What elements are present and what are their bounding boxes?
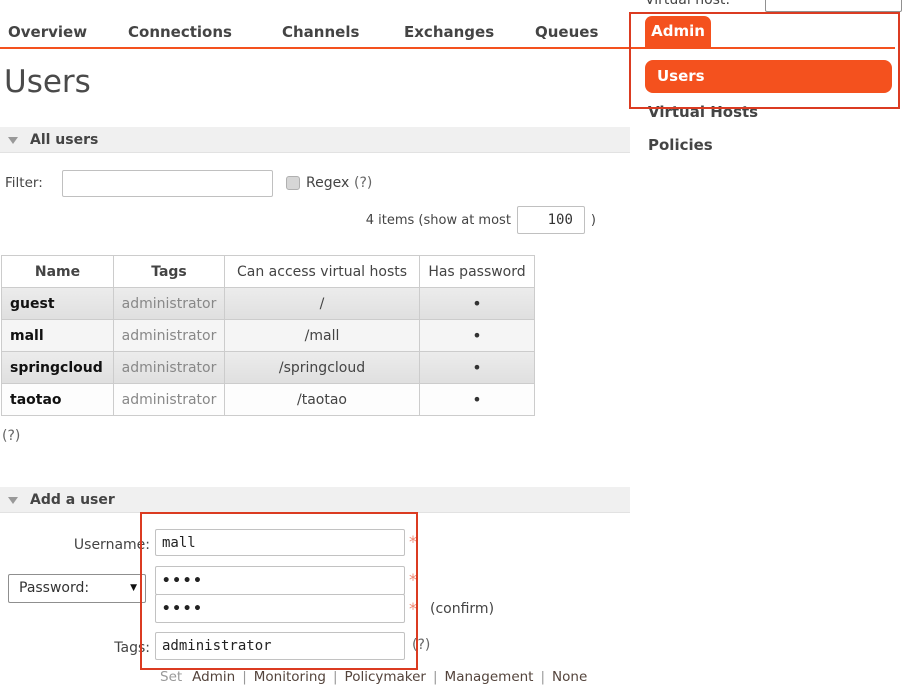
has-password-dot: •: [420, 384, 535, 416]
dropdown-arrow-icon: ▼: [885, 0, 893, 11]
table-row: mall administrator /mall •: [2, 320, 535, 352]
password-type-select[interactable]: Password: ▼: [8, 574, 146, 603]
page-title: Users: [4, 64, 91, 100]
tab-overview[interactable]: Overview: [8, 23, 87, 41]
user-vhosts: /: [225, 288, 420, 320]
set-label: Set: [160, 669, 182, 685]
tab-channels[interactable]: Channels: [282, 23, 359, 41]
column-header-tags[interactable]: Tags: [114, 256, 225, 288]
all-users-section-title: All users: [30, 127, 98, 153]
add-user-section-header[interactable]: Add a user: [0, 487, 630, 513]
virtual-host-select[interactable]: All ▼: [765, 0, 902, 12]
column-header-name[interactable]: Name: [2, 256, 114, 288]
has-password-dot: •: [420, 352, 535, 384]
tab-connections[interactable]: Connections: [128, 23, 232, 41]
user-tags: administrator: [114, 352, 225, 384]
virtual-host-label: Virtual host:: [645, 0, 730, 8]
items-count-row: 4 items (show at most ): [366, 206, 596, 234]
dropdown-arrow-icon: ▼: [130, 575, 137, 602]
show-at-most-input[interactable]: [517, 206, 585, 234]
sidebar-item-policies[interactable]: Policies: [648, 136, 713, 154]
table-row: guest administrator / •: [2, 288, 535, 320]
user-name-link[interactable]: guest: [2, 288, 114, 320]
user-name-link[interactable]: springcloud: [2, 352, 114, 384]
set-tags-row: Set Admin | Monitoring | Policymaker | Manageme…: [160, 669, 587, 685]
separator: |: [242, 669, 247, 685]
regex-checkbox[interactable]: [286, 176, 300, 190]
tag-option-monitoring[interactable]: Monitoring: [254, 669, 326, 685]
confirm-label: (confirm): [430, 601, 494, 617]
table-help-link[interactable]: (?): [2, 428, 20, 444]
username-label: Username:: [40, 537, 150, 553]
user-vhosts: /mall: [225, 320, 420, 352]
table-row: taotao administrator /taotao •: [2, 384, 535, 416]
regex-label: Regex: [306, 175, 349, 191]
annotation-rectangle-admin-users: [629, 12, 900, 109]
filter-label: Filter:: [5, 175, 43, 191]
has-password-dot: •: [420, 288, 535, 320]
annotation-rectangle-form-fields: [140, 512, 418, 670]
items-count-close-paren: ): [591, 213, 596, 228]
has-password-dot: •: [420, 320, 535, 352]
items-count-text: 4 items (show at most: [366, 213, 511, 228]
table-header-row: Name Tags Can access virtual hosts Has p…: [2, 256, 535, 288]
add-user-section-title: Add a user: [30, 487, 115, 513]
rabbitmq-management-page: Virtual host: All ▼ Overview Connections…: [0, 0, 912, 694]
tab-queues[interactable]: Queues: [535, 23, 598, 41]
column-header-has-password[interactable]: Has password: [420, 256, 535, 288]
section-collapse-icon: [8, 137, 18, 144]
column-header-vhosts[interactable]: Can access virtual hosts: [225, 256, 420, 288]
user-tags: administrator: [114, 320, 225, 352]
tag-option-policymaker[interactable]: Policymaker: [345, 669, 426, 685]
all-users-section-header[interactable]: All users: [0, 127, 630, 153]
tag-option-admin[interactable]: Admin: [192, 669, 235, 685]
user-vhosts: /taotao: [225, 384, 420, 416]
tag-option-none[interactable]: None: [552, 669, 587, 685]
separator: |: [333, 669, 338, 685]
password-type-selected-value: Password:: [19, 575, 89, 602]
user-name-link[interactable]: mall: [2, 320, 114, 352]
users-table: Name Tags Can access virtual hosts Has p…: [1, 255, 535, 416]
separator: |: [540, 669, 545, 685]
filter-input[interactable]: [62, 170, 273, 197]
table-row: springcloud administrator /springcloud •: [2, 352, 535, 384]
separator: |: [433, 669, 438, 685]
user-vhosts: /springcloud: [225, 352, 420, 384]
user-tags: administrator: [114, 288, 225, 320]
tags-label: Tags:: [40, 640, 150, 656]
regex-help-link[interactable]: (?): [354, 175, 372, 191]
tag-option-management[interactable]: Management: [445, 669, 534, 685]
user-name-link[interactable]: taotao: [2, 384, 114, 416]
user-tags: administrator: [114, 384, 225, 416]
section-collapse-icon: [8, 497, 18, 504]
tab-exchanges[interactable]: Exchanges: [404, 23, 494, 41]
